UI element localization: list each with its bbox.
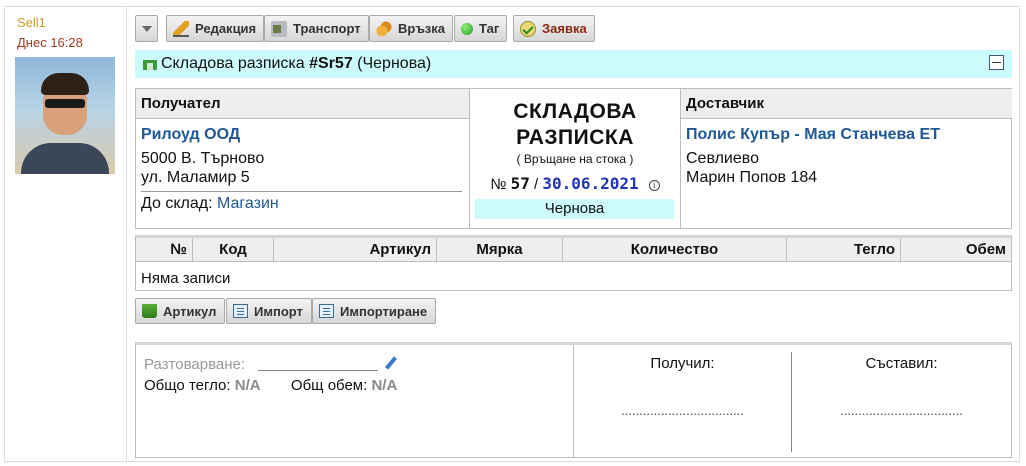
basket-icon — [142, 304, 157, 318]
column-header[interactable]: Обем — [901, 238, 1011, 262]
title-prefix: Складова разписка — [161, 55, 310, 72]
column-header[interactable]: Код — [193, 238, 274, 262]
document-subtitle: ( Връщане на стока ) — [516, 152, 634, 166]
number-prefix: № — [490, 176, 511, 193]
author-name[interactable]: Sell1 — [17, 15, 46, 30]
import-icon — [233, 304, 248, 318]
link-button[interactable]: Връзка — [369, 15, 454, 42]
supplier-name[interactable]: Полис Купър - Мая Станчева ЕТ — [686, 126, 940, 144]
more-dropdown-button[interactable] — [135, 15, 158, 42]
document-number: #Sr57 — [309, 55, 353, 72]
received-signature: Получил: ...............................… — [574, 345, 791, 458]
title-line-2: РАЗПИСКА — [516, 126, 634, 149]
add-article-button[interactable]: Артикул — [135, 298, 226, 324]
footer-details: Разтоварване: Общо тегло: N/A Общ обем: … — [136, 345, 574, 458]
post-date: Днес 16:28 — [17, 35, 83, 50]
edit-label: Редакция — [195, 21, 257, 36]
importing-label: Импортиране — [340, 303, 428, 319]
document-footer: Разтоварване: Общо тегло: N/A Общ обем: … — [135, 342, 1012, 458]
title-status: (Чернова) — [352, 55, 432, 72]
import-button[interactable]: Импорт — [226, 298, 312, 324]
column-header[interactable]: Мярка — [437, 238, 563, 262]
column-header[interactable]: Артикул — [274, 238, 437, 262]
import-label: Импорт — [254, 303, 303, 319]
warehouse-doc-icon — [143, 58, 157, 70]
receiver-city: 5000 В. Търново — [141, 150, 265, 167]
document-header: Получател Рилоуд ООД 5000 В. Търново ул.… — [135, 88, 1012, 229]
total-weight-value: N/A — [234, 377, 261, 394]
store-link[interactable]: Магазин — [217, 195, 279, 212]
receiver-section: Получател Рилоуд ООД 5000 В. Търново ул.… — [136, 89, 470, 228]
totals: Общо тегло: N/A Общ обем: N/A — [144, 377, 397, 394]
table-header: № Код Артикул Мярка Количество Тегло Обе… — [136, 238, 1011, 262]
truck-icon — [271, 20, 287, 37]
composed-label: Съставил: — [865, 355, 938, 372]
request-label: Заявка — [542, 21, 587, 36]
divider — [141, 191, 462, 192]
document-container: Sell1 Днес 16:28 Редакция Транспорт Връз… — [4, 6, 1020, 462]
composed-signature-line: .................................. — [840, 403, 963, 418]
avatar — [15, 57, 115, 174]
total-volume-label: Общ обем: — [290, 377, 372, 394]
title-line-1: СКЛАДОВА — [513, 100, 637, 123]
supplier-header: Доставчик — [681, 89, 1012, 119]
green-dot-icon — [461, 22, 473, 35]
document-title-bar: Складова разписка #Sr57 (Чернова) — [135, 50, 1012, 78]
number-separator: / — [529, 176, 543, 193]
collapse-button[interactable] — [989, 55, 1004, 70]
link-label: Връзка — [398, 21, 446, 36]
received-label: Получил: — [650, 355, 715, 372]
total-volume-value: N/A — [371, 377, 398, 394]
unloading-field[interactable] — [258, 370, 378, 371]
request-button[interactable]: Заявка — [513, 15, 595, 42]
document-number-date: № 57 / 30.06.2021 i — [470, 174, 680, 193]
column-header[interactable]: Тегло — [787, 238, 901, 262]
supplier-section: Доставчик Полис Купър - Мая Станчева ЕТ … — [680, 89, 1012, 228]
pencil-icon[interactable] — [384, 357, 398, 371]
transport-label: Транспорт — [293, 21, 361, 36]
total-weight-label: Общо тегло: — [144, 377, 235, 394]
chevron-down-icon — [141, 25, 152, 32]
items-table: № Код Артикул Мярка Количество Тегло Обе… — [135, 235, 1012, 291]
receiver-store: До склад: Магазин — [141, 195, 279, 213]
document-info: СКЛАДОВА РАЗПИСКА ( Връщане на стока ) №… — [470, 89, 680, 228]
info-icon[interactable]: i — [648, 180, 660, 191]
status-badge: Чернова — [475, 199, 674, 219]
number-value: 57 — [510, 174, 530, 193]
composed-signature: Съставил: ..............................… — [792, 345, 1011, 458]
link-icon — [376, 20, 392, 37]
received-signature-line: .................................. — [621, 403, 744, 418]
receiver-header: Получател — [136, 89, 469, 119]
receiver-street: ул. Маламир 5 — [141, 169, 250, 186]
document-type-title: СКЛАДОВА РАЗПИСКА — [470, 99, 680, 151]
importing-button[interactable]: Импортиране — [312, 298, 437, 324]
unloading-label: Разтоварване: — [144, 356, 246, 373]
import-icon — [319, 304, 334, 318]
article-label: Артикул — [163, 303, 217, 319]
edit-button[interactable]: Редакция — [166, 15, 265, 42]
check-icon — [520, 20, 536, 37]
column-header[interactable]: Количество — [563, 238, 787, 262]
transport-button[interactable]: Транспорт — [264, 15, 369, 42]
supplier-street: Марин Попов 184 — [686, 169, 818, 186]
empty-message: Няма записи — [141, 270, 231, 287]
tag-button[interactable]: Таг — [454, 15, 508, 42]
tag-label: Таг — [479, 21, 500, 36]
pencil-icon — [173, 20, 189, 37]
document-date: 30.06.2021 — [542, 174, 639, 193]
receiver-name[interactable]: Рилоуд ООД — [141, 126, 240, 144]
column-header[interactable]: № — [136, 238, 193, 262]
store-label: До склад: — [141, 195, 217, 212]
author-column: Sell1 Днес 16:28 — [5, 7, 127, 461]
supplier-city: Севлиево — [686, 150, 759, 167]
